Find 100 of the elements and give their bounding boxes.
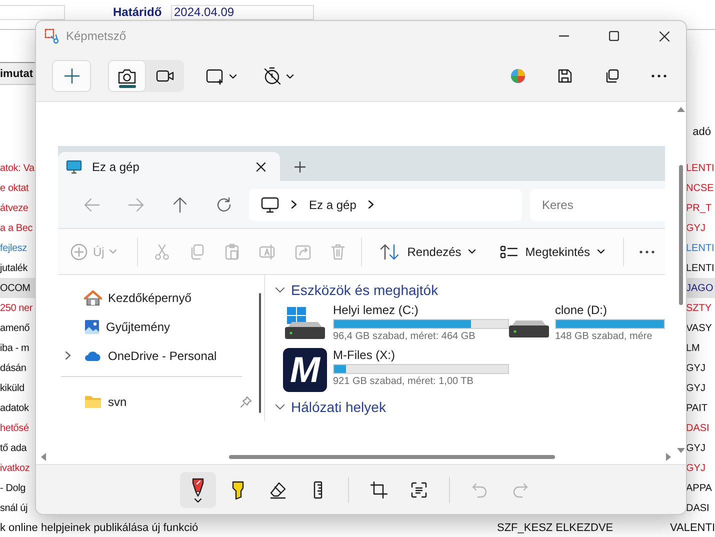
plus-circle-icon: [70, 242, 88, 260]
table-cell: LENTI: [686, 262, 714, 274]
windows-drive-icon: [283, 307, 327, 341]
snipping-tool-icon: [44, 28, 60, 44]
screenshot-mode-button[interactable]: [108, 60, 146, 92]
table-cell: iba - m: [0, 342, 30, 354]
expand-chevron-icon[interactable]: [65, 351, 71, 360]
table-cell: amenő: [0, 322, 30, 334]
color-wheel-icon: [509, 67, 527, 85]
drive-tile[interactable]: M M-Files (X:) 921 GB szabad, méret: 1,00 TB: [283, 348, 509, 392]
drive-name: Helyi lemez (C:): [333, 303, 420, 317]
nav-item[interactable]: Kezdőképernyő: [58, 283, 264, 312]
section-header[interactable]: Hálózati helyek: [275, 398, 386, 416]
search-field[interactable]: Keres: [530, 188, 665, 220]
table-cell: dásán: [0, 362, 26, 374]
table-cell: GYJ: [686, 442, 706, 454]
new-snip-button[interactable]: [52, 60, 91, 92]
drive-name: M-Files (X:): [333, 348, 396, 362]
maximize-icon: [609, 31, 619, 41]
eraser-icon: [268, 480, 288, 500]
window-title: Képmetsző: [66, 29, 128, 43]
nav-item[interactable]: svn: [61, 387, 264, 416]
collapse-chevron-icon: [275, 287, 285, 293]
table-cell: GYJ: [686, 362, 706, 374]
close-icon[interactable]: [256, 162, 266, 172]
list-view-icon: [500, 244, 518, 258]
scroll-down-icon[interactable]: [677, 448, 685, 454]
sort-button[interactable]: Rendezés: [368, 236, 488, 268]
picture-icon: [84, 318, 100, 334]
text-actions-icon: [410, 480, 428, 498]
table-cell: PR_T: [686, 202, 712, 214]
crop-icon: [370, 480, 388, 498]
rectangle-snip-icon: [205, 67, 225, 85]
table-cell: GYJ: [686, 222, 706, 234]
paste-icon: [223, 242, 242, 260]
highlighter-icon: [230, 480, 246, 500]
more-icon: [651, 74, 667, 78]
browser-tab[interactable]: Ez a gép: [58, 152, 280, 181]
table-cell: OCOM: [0, 282, 30, 294]
drive-info: 96,4 GB szabad, méret: 464 GB: [333, 331, 476, 342]
refresh-icon: [216, 196, 232, 212]
scrollbar-thumb[interactable]: [679, 165, 683, 305]
cloud-icon: [84, 350, 102, 362]
chevron-down-icon: [468, 249, 476, 254]
table-cell-text: k online helpjeinek publikálása új funkció: [0, 522, 200, 534]
table-cell: LENTI: [686, 162, 714, 174]
chevron-right-icon: [368, 200, 374, 209]
drive-info: 921 GB szabad, méret: 1,00 TB: [333, 376, 474, 387]
drive-tile[interactable]: clone (D:) 148 GB szabad, mére: [509, 303, 665, 342]
sort-icon: [380, 244, 400, 260]
breadcrumb[interactable]: Ez a gép: [309, 198, 356, 212]
column-header: imutat: [0, 68, 33, 80]
scrollbar-thumb[interactable]: [229, 455, 555, 459]
pen-tool-button[interactable]: [180, 472, 216, 508]
table-cell: GYJ: [686, 462, 706, 474]
table-cell: VALENTI: [670, 522, 715, 534]
field-label: Határidő: [113, 5, 163, 19]
scroll-up-icon[interactable]: [677, 106, 685, 112]
nav-item[interactable]: OneDrive - Personal: [58, 341, 264, 370]
table-cell: e oktat: [0, 182, 29, 194]
table-cell: DASI: [686, 422, 710, 434]
column-header: adó: [692, 126, 711, 138]
scroll-left-icon[interactable]: [40, 453, 46, 461]
table-cell: JAGO: [686, 282, 714, 294]
table-cell: jutalék: [0, 262, 28, 274]
redo-icon: [511, 480, 529, 498]
nav-item[interactable]: Gyűjtemény: [58, 312, 264, 341]
table-cell: APPA: [686, 482, 712, 494]
arrow-up-icon: [173, 196, 187, 212]
table-cell: adatok: [0, 402, 29, 414]
save-icon: [557, 68, 573, 84]
table-cell: 250 ner: [0, 302, 33, 314]
plus-icon: [294, 160, 306, 172]
plus-icon: [64, 68, 80, 84]
drive-info: 148 GB szabad, mére: [555, 331, 654, 342]
table-cell: a a Bec: [0, 222, 33, 234]
table-cell: hetősé: [0, 422, 29, 434]
scroll-right-icon[interactable]: [666, 453, 672, 461]
table-cell: LM: [686, 342, 700, 354]
more-icon: [639, 250, 656, 254]
table-cell: GYJ: [686, 382, 706, 394]
table-cell: snál új: [0, 502, 28, 514]
arrow-left-icon: [84, 198, 100, 212]
delete-icon: [328, 242, 347, 260]
address-bar[interactable]: Ez a gép: [249, 188, 522, 220]
table-cell: VASY: [686, 322, 712, 334]
chevron-down-icon: [229, 74, 237, 78]
chevron-down-icon: [597, 249, 605, 254]
section-header[interactable]: Eszközök és meghajtók: [275, 281, 438, 299]
table-cell: LENTI: [686, 242, 714, 254]
cut-icon: [152, 242, 171, 260]
table-cell: atok: Va: [0, 162, 34, 174]
caret-icon: [194, 498, 202, 502]
deadline-field[interactable]: 2024.04.09: [171, 5, 314, 20]
share-icon: [294, 242, 312, 260]
chevron-down-icon: [286, 74, 294, 78]
monitor-icon: [66, 160, 82, 174]
view-button[interactable]: Megtekintés: [488, 236, 617, 268]
table-cell: SZTY: [686, 302, 712, 314]
drive-tile[interactable]: Helyi lemez (C:) 96,4 GB szabad, méret: 464 GB: [283, 303, 509, 342]
